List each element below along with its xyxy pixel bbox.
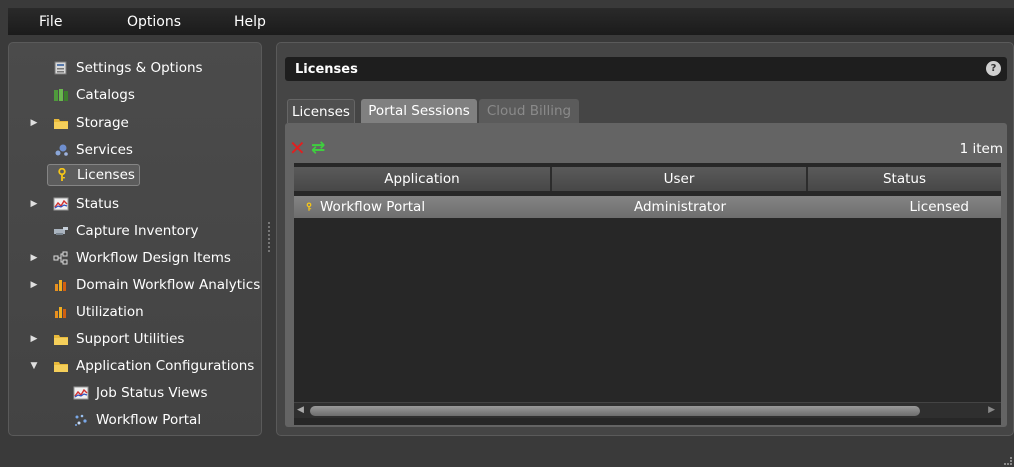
help-icon[interactable]: ?: [986, 61, 1001, 76]
utilization-icon: [55, 307, 66, 318]
expand-arrow-icon[interactable]: ▶: [29, 334, 39, 344]
tree-item-label: Workflow Portal: [96, 412, 202, 428]
horizontal-scrollbar[interactable]: ◀ ▶: [294, 402, 1001, 418]
cell-text: Administrator: [633, 199, 727, 215]
tree-item-utilization[interactable]: Utilization: [53, 301, 144, 323]
cell-status: Licensed: [808, 196, 1001, 218]
status-chart-icon: [73, 386, 89, 400]
tab-cloud-billing: Cloud Billing: [479, 99, 579, 123]
delete-icon[interactable]: ✕: [289, 138, 306, 158]
panel-title: Licenses: [295, 61, 358, 77]
tree-item-settings[interactable]: Settings & Options: [53, 57, 203, 79]
tree-item-workflow-design-items[interactable]: Workflow Design Items: [53, 247, 231, 269]
column-label: User: [663, 171, 695, 187]
menu-file[interactable]: File: [39, 14, 62, 30]
settings-icon: [54, 61, 67, 75]
tree-item-workflow-portal[interactable]: Workflow Portal: [73, 409, 201, 431]
menu-options[interactable]: Options: [127, 14, 181, 30]
column-header-user[interactable]: User: [552, 167, 808, 191]
tree-item-label: Utilization: [76, 304, 144, 320]
workflow-icon: [53, 251, 68, 265]
folder-icon: [54, 119, 68, 129]
scroll-left-icon[interactable]: ◀: [297, 405, 304, 415]
tab-licenses[interactable]: Licenses: [287, 99, 355, 123]
scroll-right-icon[interactable]: ▶: [988, 405, 995, 415]
tree-item-services[interactable]: Services: [53, 139, 133, 161]
menu-help[interactable]: Help: [234, 14, 266, 30]
grid-toolbar: ✕ ⇄ 1 item: [289, 138, 1009, 158]
menu-bar: File Options Help: [8, 8, 1014, 35]
column-header-application[interactable]: Application: [294, 167, 552, 191]
folder-icon: [54, 335, 68, 345]
tab-label: Portal Sessions: [368, 103, 470, 119]
portal-icon: [75, 414, 87, 426]
scroll-thumb[interactable]: [310, 406, 920, 416]
column-label: Application: [384, 171, 460, 187]
tree-item-support-utilities[interactable]: Support Utilities: [53, 328, 184, 350]
refresh-icon[interactable]: ⇄: [311, 138, 325, 158]
tab-label: Licenses: [292, 103, 350, 120]
tree-item-label: Licenses: [77, 167, 135, 183]
capture-icon: [54, 227, 68, 235]
catalogs-icon: [54, 89, 68, 101]
tree-item-label: Support Utilities: [76, 331, 185, 347]
expand-arrow-icon[interactable]: ▶: [29, 253, 39, 263]
tab-portal-sessions[interactable]: Portal Sessions: [361, 99, 477, 123]
key-icon: [58, 168, 66, 181]
window-resize-grip[interactable]: [1004, 457, 1012, 465]
folder-icon: [54, 362, 68, 372]
services-icon: [55, 144, 68, 156]
key-icon: [306, 202, 312, 211]
collapse-arrow-icon[interactable]: ▼: [29, 361, 39, 371]
item-count: 1 item: [959, 141, 1003, 157]
navigation-panel: Settings & Options Catalogs ▶ Storage Se…: [8, 42, 262, 436]
cell-application: Workflow Portal: [294, 196, 552, 218]
expand-arrow-icon[interactable]: ▶: [29, 280, 39, 290]
table-row[interactable]: Workflow Portal Administrator Licensed: [294, 196, 1001, 218]
tree-item-status[interactable]: Status: [53, 193, 119, 215]
tab-label: Cloud Billing: [486, 103, 572, 119]
panel-header: Licenses ?: [285, 57, 1007, 81]
tree-item-domain-workflow-analytics[interactable]: Domain Workflow Analytics: [53, 274, 260, 296]
tree-item-label: Domain Workflow Analytics: [76, 277, 261, 293]
analytics-icon: [55, 280, 66, 291]
tree-item-label: Workflow Design Items: [76, 250, 231, 266]
tree-item-job-status-views[interactable]: Job Status Views: [73, 382, 207, 404]
tree-item-label: Settings & Options: [76, 60, 203, 76]
column-header-status[interactable]: Status: [808, 167, 1001, 191]
cell-text: Workflow Portal: [320, 199, 426, 215]
tree-item-application-configurations[interactable]: Application Configurations: [53, 355, 254, 377]
expand-arrow-icon[interactable]: ▶: [29, 118, 39, 128]
panel-splitter[interactable]: [268, 222, 270, 252]
grid-header: Application User Status: [294, 167, 1001, 191]
tree-item-label: Capture Inventory: [76, 223, 199, 239]
tree-item-catalogs[interactable]: Catalogs: [53, 84, 135, 106]
tree-item-label: Status: [76, 196, 120, 212]
tree-item-label: Job Status Views: [96, 385, 208, 401]
cell-text: Licensed: [909, 199, 969, 215]
expand-arrow-icon[interactable]: ▶: [29, 199, 39, 209]
tree-item-storage[interactable]: Storage: [53, 112, 129, 134]
tree-item-label: Services: [76, 142, 133, 158]
cell-user: Administrator: [552, 196, 808, 218]
tree-item-capture-inventory[interactable]: Capture Inventory: [53, 220, 198, 242]
tree-item-label: Storage: [76, 115, 129, 131]
column-label: Status: [882, 171, 927, 187]
sessions-grid: Application User Status Workflow Portal …: [294, 163, 1001, 425]
tree-item-label: Catalogs: [76, 87, 135, 103]
tree-item-label: Application Configurations: [76, 358, 255, 374]
status-chart-icon: [53, 197, 69, 211]
tree-item-licenses[interactable]: Licenses: [47, 164, 140, 186]
